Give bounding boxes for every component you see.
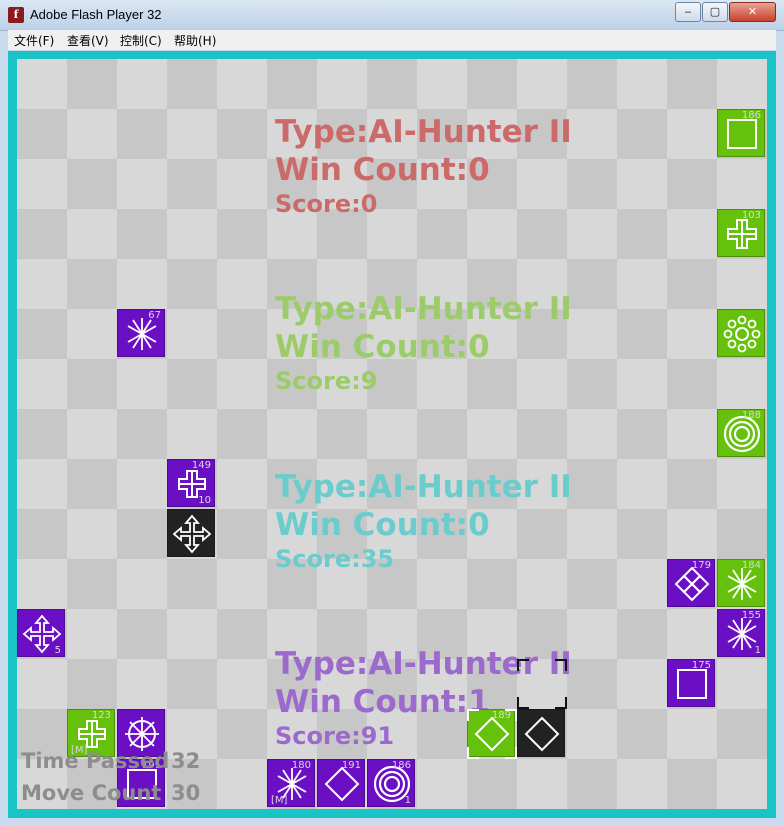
tile-black-arrows[interactable] xyxy=(167,509,215,557)
tile-number: 191 xyxy=(341,760,361,771)
tile-purple-square[interactable]: 175 xyxy=(667,659,715,707)
tile-purple-star[interactable]: 67 xyxy=(117,309,165,357)
player-4-type-label: Type: xyxy=(275,646,369,682)
player-2-score: 9 xyxy=(360,367,378,395)
player-2-score-label: Score: xyxy=(275,367,361,395)
tile-purple-star2[interactable]: 155 1 xyxy=(717,609,765,657)
move-count-label: Move Count xyxy=(21,781,162,805)
tile-green-star[interactable]: 184 xyxy=(717,559,765,607)
tile-number: 155 xyxy=(741,610,761,621)
tile-sub-number: 1 xyxy=(404,795,411,806)
game-board[interactable]: Type:AI-Hunter II Win Count:0 Score:0 Ty… xyxy=(17,59,767,809)
flash-app-icon: f xyxy=(8,7,24,23)
player-2-info: Type:AI-Hunter II Win Count:0 Score:9 xyxy=(275,290,572,396)
player-3-type: AI-Hunter II xyxy=(368,469,572,505)
player-3-win: 0 xyxy=(468,507,490,543)
player-1-score: 0 xyxy=(360,190,378,218)
tile-green-cross[interactable]: 103 xyxy=(717,209,765,257)
player-3-score-label: Score: xyxy=(275,545,361,573)
time-passed-label: Time Passed xyxy=(21,749,170,773)
tile-black-diamond[interactable] xyxy=(517,709,565,757)
player-2-win: 0 xyxy=(468,329,490,365)
tile-sub-number: 5 xyxy=(54,645,61,656)
tile-number: 103 xyxy=(741,210,761,221)
player-1-info: Type:AI-Hunter II Win Count:0 Score:0 xyxy=(275,113,572,219)
menu-bar: 文件(F) 查看(V) 控制(C) 帮助(H) xyxy=(8,30,776,50)
time-passed-value: 32 xyxy=(171,749,201,773)
tile-sub-number: 1 xyxy=(754,645,761,656)
window-title: Adobe Flash Player 32 xyxy=(30,7,162,22)
player-4-win-label: Win Count: xyxy=(275,684,469,720)
tile-number: 67 xyxy=(148,310,161,321)
target-cursor xyxy=(517,659,567,709)
player-3-win-label: Win Count: xyxy=(275,507,469,543)
menu-help[interactable]: 帮助(H) xyxy=(174,32,216,49)
menu-view[interactable]: 查看(V) xyxy=(67,32,109,49)
player-3-score: 35 xyxy=(360,545,395,573)
time-passed-stat: Time Passed 32 xyxy=(21,749,200,773)
move-count-stat: Move Count 30 xyxy=(21,781,200,805)
tile-purple-star3[interactable]: 180 [M] xyxy=(267,759,315,807)
close-button[interactable]: ✕ xyxy=(729,2,776,22)
player-4-score: 91 xyxy=(360,722,395,750)
tile-number: 180 xyxy=(291,760,311,771)
player-4-score-label: Score: xyxy=(275,722,361,750)
tile-number: 186 xyxy=(741,110,761,121)
tile-number: 123 xyxy=(91,710,111,721)
tile-number: 175 xyxy=(691,660,711,671)
maximize-button[interactable]: ▢ xyxy=(702,2,728,22)
player-1-win: 0 xyxy=(468,152,490,188)
wheel-icon xyxy=(125,717,159,751)
tile-purple-rings[interactable]: 186 1 xyxy=(367,759,415,807)
player-1-win-label: Win Count: xyxy=(275,152,469,188)
move-count-value: 30 xyxy=(171,781,201,805)
tile-number: 186 xyxy=(391,760,411,771)
player-1-type: AI-Hunter II xyxy=(368,114,572,150)
tile-purple-diamond[interactable]: 191 xyxy=(317,759,365,807)
tile-purple-plus[interactable]: 149 10 xyxy=(167,459,215,507)
menu-control[interactable]: 控制(C) xyxy=(120,32,162,49)
tile-number: 188 xyxy=(741,410,761,421)
player-3-info: Type:AI-Hunter II Win Count:0 Score:35 xyxy=(275,468,572,574)
menu-file[interactable]: 文件(F) xyxy=(14,32,54,49)
window-titlebar: f Adobe Flash Player 32 ‒ ▢ ✕ xyxy=(0,0,784,31)
tile-number: 149 xyxy=(191,460,211,471)
player-2-win-label: Win Count: xyxy=(275,329,469,365)
player-1-score-label: Score: xyxy=(275,190,361,218)
tile-number: 184 xyxy=(741,560,761,571)
player-2-type-label: Type: xyxy=(275,291,369,327)
player-1-type-label: Type: xyxy=(275,114,369,150)
tile-purple-lattice[interactable]: 179 xyxy=(667,559,715,607)
four-way-arrow-icon xyxy=(172,514,212,554)
diamond-icon xyxy=(524,716,560,752)
tile-purple-arrows[interactable]: 5 xyxy=(17,609,65,657)
flower-icon xyxy=(723,315,761,353)
selection-marker xyxy=(467,709,517,759)
tile-green-square[interactable]: 186 xyxy=(717,109,765,157)
player-2-type: AI-Hunter II xyxy=(368,291,572,327)
player-3-type-label: Type: xyxy=(275,469,369,505)
minimize-button[interactable]: ‒ xyxy=(675,2,701,22)
tile-tag: [M] xyxy=(271,795,288,806)
tile-number: 179 xyxy=(691,560,711,571)
tile-green-flower[interactable] xyxy=(717,309,765,357)
tile-sub-number: 10 xyxy=(198,495,211,506)
tile-green-circle[interactable]: 188 xyxy=(717,409,765,457)
